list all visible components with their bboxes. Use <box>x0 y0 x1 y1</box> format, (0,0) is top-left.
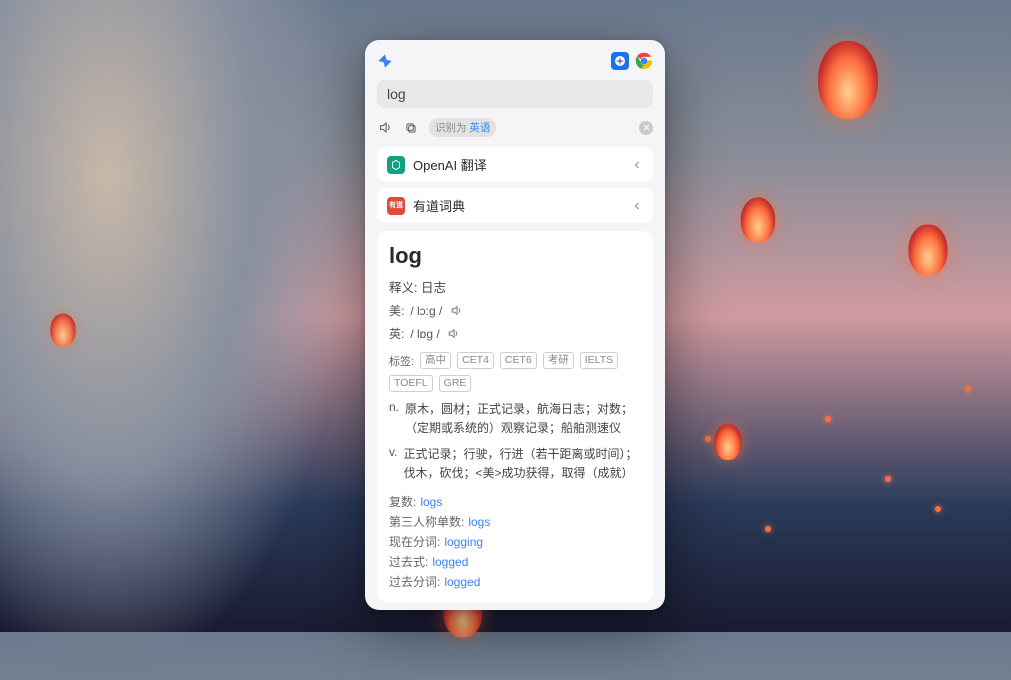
tag: CET6 <box>500 352 537 369</box>
source-openai-label: OpenAI 翻译 <box>413 155 487 174</box>
tag: 考研 <box>543 352 574 369</box>
phon-us-value: / lɔ:g / <box>410 304 442 318</box>
app-logo-icon <box>377 53 393 69</box>
clear-icon[interactable] <box>639 121 653 135</box>
form-label: 现在分词: <box>389 535 440 549</box>
lantern-decoration <box>818 41 878 119</box>
pos-label: v. <box>389 445 397 482</box>
form-label: 过去分词: <box>389 575 440 589</box>
tags-row: 标签: 高中 CET4 CET6 考研 IELTS TOEFL GRE <box>389 352 641 392</box>
detected-lang-pill: 识别为 英语 <box>429 118 496 137</box>
form-label: 过去式: <box>389 555 428 569</box>
safari-icon[interactable] <box>611 52 629 70</box>
word-forms: 复数: logs 第三人称单数: logs 现在分词: logging 过去式: log… <box>389 490 641 590</box>
lantern-decoration <box>908 225 947 276</box>
speaker-icon[interactable] <box>446 326 462 342</box>
dictionary-card: log 释义: 日志 美: / lɔ:g / 英: / lɒg / 标签: 高中… <box>377 231 653 602</box>
speaker-icon[interactable] <box>377 120 393 136</box>
translator-popup: log 识别为 英语 OpenAI 翻译 有道 有道词典 log <box>365 40 665 610</box>
form-value[interactable]: logging <box>444 535 483 549</box>
source-youdao-label: 有道词典 <box>413 196 465 215</box>
def-value: 日志 <box>421 281 446 295</box>
openai-badge-icon <box>387 156 405 174</box>
form-value[interactable]: logs <box>468 515 490 529</box>
youdao-badge-icon: 有道 <box>387 197 405 215</box>
sense-noun: n. 原木，圆材；正式记录，航海日志；对数；（定期或系统的）观察记录；船舶测速仪 <box>389 400 641 437</box>
light-dot <box>765 526 771 532</box>
pill-lang: 英语 <box>469 122 490 134</box>
lantern-decoration <box>741 198 776 243</box>
phon-us-label: 美: <box>389 302 404 319</box>
primary-definition: 释义: 日志 <box>389 277 641 296</box>
tag: TOEFL <box>389 375 433 392</box>
pill-prefix: 识别为 <box>435 122 467 134</box>
tag: CET4 <box>457 352 494 369</box>
sense-text: 正式记录；行驶，行进（若干距离或时间）；伐木，砍伐；<美>成功获得，取得（成就） <box>403 445 641 482</box>
pos-label: n. <box>389 400 399 437</box>
sense-text: 原木，圆材；正式记录，航海日志；对数；（定期或系统的）观察记录；船舶测速仪 <box>405 400 641 437</box>
light-dot <box>935 506 941 512</box>
detected-lang-row: 识别为 英语 <box>377 118 653 137</box>
form-label: 第三人称单数: <box>389 515 464 529</box>
def-label: 释义: <box>389 281 417 295</box>
light-dot <box>825 416 831 422</box>
speaker-icon[interactable] <box>448 303 464 319</box>
form-value[interactable]: logged <box>444 575 480 589</box>
chevron-left-icon <box>631 200 643 212</box>
examples-list: LOG 日志；记录；原木；自然对数 Event Log 事件记录文件; 系统日志… <box>389 600 641 602</box>
phon-uk-value: / lɒg / <box>410 327 439 341</box>
tag: IELTS <box>580 352 618 369</box>
source-youdao[interactable]: 有道 有道词典 <box>377 188 653 223</box>
tags-label: 标签: <box>389 353 414 369</box>
copy-icon[interactable] <box>403 120 419 136</box>
form-label: 复数: <box>389 495 416 509</box>
search-input[interactable]: log <box>377 80 653 108</box>
sense-verb: v. 正式记录；行驶，行进（若干距离或时间）；伐木，砍伐；<美>成功获得，取得（… <box>389 445 641 482</box>
title-bar <box>377 50 653 72</box>
lantern-decoration <box>714 424 742 460</box>
phon-uk-label: 英: <box>389 325 404 342</box>
light-dot <box>705 436 711 442</box>
tag: GRE <box>439 375 472 392</box>
light-dot <box>885 476 891 482</box>
headword: log <box>389 243 641 269</box>
light-dot <box>965 386 971 392</box>
source-openai[interactable]: OpenAI 翻译 <box>377 147 653 182</box>
phonetic-us: 美: / lɔ:g / <box>389 302 641 319</box>
lantern-decoration <box>50 314 75 347</box>
chrome-icon[interactable] <box>635 52 653 70</box>
form-value[interactable]: logged <box>432 555 468 569</box>
chevron-left-icon <box>631 159 643 171</box>
phonetic-uk: 英: / lɒg / <box>389 325 641 342</box>
form-value[interactable]: logs <box>420 495 442 509</box>
tag: 高中 <box>420 352 451 369</box>
